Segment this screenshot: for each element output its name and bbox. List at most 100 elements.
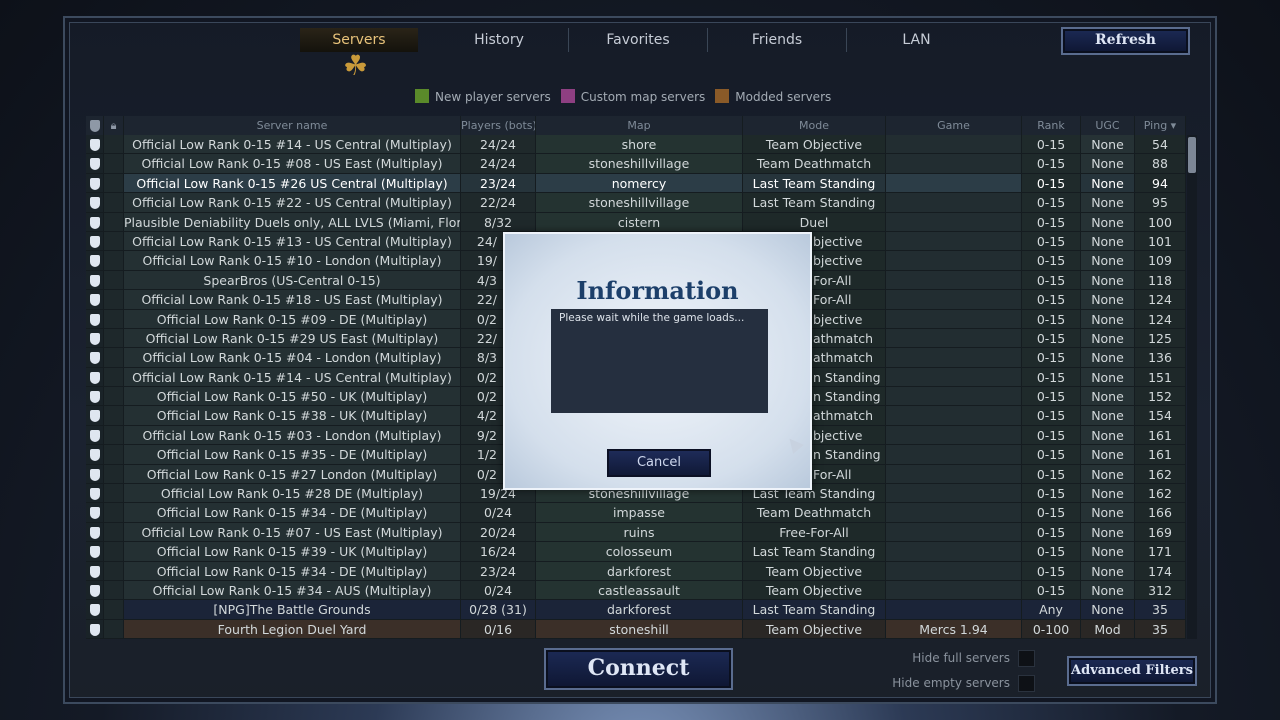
official-cell	[86, 425, 104, 445]
table-row[interactable]: Official Low Rank 0-15 #34 - AUS (Multip…	[86, 580, 1186, 601]
cell-rank: 0-15	[1022, 503, 1081, 522]
cell-ugc: None	[1081, 522, 1135, 542]
col-password-header[interactable]: 🔒︎	[104, 116, 124, 135]
hide-empty-checkbox[interactable]	[1018, 675, 1035, 692]
scrollbar-thumb[interactable]	[1188, 137, 1196, 173]
col-official-header[interactable]	[86, 116, 104, 135]
cell-game	[886, 406, 1022, 425]
shield-icon	[89, 391, 100, 404]
official-cell	[86, 212, 104, 231]
cell-game	[886, 193, 1022, 212]
cell-ping: 124	[1135, 309, 1186, 328]
cell-rank: 0-15	[1022, 251, 1081, 270]
cell-rank: 0-15	[1022, 212, 1081, 231]
cell-game	[886, 135, 1022, 154]
cell-server-name: Official Low Rank 0-15 #34 - DE (Multipl…	[124, 503, 461, 522]
password-cell	[104, 561, 124, 580]
cell-game	[886, 367, 1022, 387]
cell-players: 22/24	[461, 193, 536, 212]
cell-ugc: Mod	[1081, 619, 1135, 639]
col-rank[interactable]: Rank	[1022, 116, 1081, 135]
legend-modded: Modded servers	[715, 89, 831, 104]
shield-icon	[89, 604, 100, 617]
password-cell	[104, 522, 124, 542]
password-cell	[104, 580, 124, 600]
hide-full-checkbox[interactable]	[1018, 650, 1035, 667]
cell-rank: Any	[1022, 600, 1081, 619]
official-cell	[86, 600, 104, 619]
table-row[interactable]: Fourth Legion Duel Yard 0/16 stoneshill Tea…	[86, 619, 1186, 640]
table-row[interactable]: Official Low Rank 0-15 #14 - US Central …	[86, 135, 1186, 155]
password-cell	[104, 328, 124, 348]
refresh-button[interactable]: Refresh	[1061, 27, 1190, 55]
table-row[interactable]: Official Low Rank 0-15 #07 - US East (Mu…	[86, 522, 1186, 543]
table-row[interactable]: Official Low Rank 0-15 #26 US Central (M…	[86, 173, 1186, 194]
cell-players: 0/16	[461, 619, 536, 639]
cell-ping: 162	[1135, 484, 1186, 503]
col-ugc[interactable]: UGC	[1081, 116, 1135, 135]
table-row[interactable]: Official Low Rank 0-15 #39 - UK (Multipl…	[86, 542, 1186, 562]
password-cell	[104, 367, 124, 387]
cell-map: stoneshillvillage	[536, 193, 743, 212]
cell-game	[886, 270, 1022, 290]
advanced-filters-button[interactable]: Advanced Filters	[1067, 656, 1197, 686]
cell-ping: 162	[1135, 464, 1186, 484]
col-mode[interactable]: Mode	[743, 116, 886, 135]
shield-icon	[89, 507, 100, 520]
cell-mode: Last Team Standing	[743, 542, 886, 561]
cell-server-name: Official Low Rank 0-15 #34 - AUS (Multip…	[124, 580, 461, 600]
official-cell	[86, 387, 104, 406]
cell-rank: 0-15	[1022, 154, 1081, 173]
shield-icon	[89, 429, 100, 442]
col-ping[interactable]: Ping ▾	[1135, 116, 1186, 135]
table-row[interactable]: Official Low Rank 0-15 #34 - DE (Multipl…	[86, 503, 1186, 523]
hide-empty-label: Hide empty servers	[892, 676, 1010, 690]
col-server-name[interactable]: Server name	[124, 116, 461, 135]
col-map[interactable]: Map	[536, 116, 743, 135]
cell-ugc: None	[1081, 173, 1135, 193]
cell-rank: 0-15	[1022, 309, 1081, 328]
cell-game	[886, 600, 1022, 619]
cell-game	[886, 522, 1022, 542]
orange-swatch-icon	[715, 89, 730, 103]
tab-bar: Servers History Favorites Friends LAN	[300, 28, 986, 52]
shield-icon	[89, 623, 100, 636]
official-cell	[86, 561, 104, 580]
cell-ugc: None	[1081, 542, 1135, 561]
cell-mode: Team Objective	[743, 619, 886, 639]
cell-ugc: None	[1081, 445, 1135, 464]
table-row[interactable]: Plausible Deniability Duels only, ALL LV…	[86, 212, 1186, 232]
shield-icon	[89, 352, 100, 365]
cell-rank: 0-15	[1022, 367, 1081, 387]
shield-icon	[89, 449, 100, 462]
official-cell	[86, 580, 104, 600]
cell-mode: Team Objective	[743, 561, 886, 580]
official-cell	[86, 406, 104, 425]
table-row[interactable]: Official Low Rank 0-15 #34 - DE (Multipl…	[86, 561, 1186, 581]
official-cell	[86, 328, 104, 348]
cell-ugc: None	[1081, 154, 1135, 173]
connect-button[interactable]: Connect	[544, 648, 733, 690]
password-cell	[104, 193, 124, 212]
tab-history[interactable]: History	[430, 28, 569, 52]
cell-mode: Free-For-All	[743, 522, 886, 542]
scrollbar[interactable]	[1187, 135, 1197, 639]
tab-friends[interactable]: Friends	[708, 28, 847, 52]
col-players[interactable]: Players (bots)	[461, 116, 536, 135]
cell-rank: 0-15	[1022, 464, 1081, 484]
cell-map: impasse	[536, 503, 743, 522]
col-game[interactable]: Game	[886, 116, 1022, 135]
cancel-button[interactable]: Cancel	[607, 449, 711, 477]
cell-ping: 125	[1135, 328, 1186, 348]
table-row[interactable]: Official Low Rank 0-15 #22 - US Central …	[86, 193, 1186, 213]
cell-rank: 0-15	[1022, 484, 1081, 503]
password-cell	[104, 309, 124, 328]
cell-ugc: None	[1081, 387, 1135, 406]
password-cell	[104, 387, 124, 406]
tab-lan[interactable]: LAN	[847, 28, 986, 52]
cell-ping: 100	[1135, 212, 1186, 231]
table-row[interactable]: [NPG]The Battle Grounds 0/28 (31) darkfore…	[86, 600, 1186, 620]
cell-map: stoneshillvillage	[536, 154, 743, 173]
tab-favorites[interactable]: Favorites	[569, 28, 708, 52]
table-row[interactable]: Official Low Rank 0-15 #08 - US East (Mu…	[86, 154, 1186, 174]
